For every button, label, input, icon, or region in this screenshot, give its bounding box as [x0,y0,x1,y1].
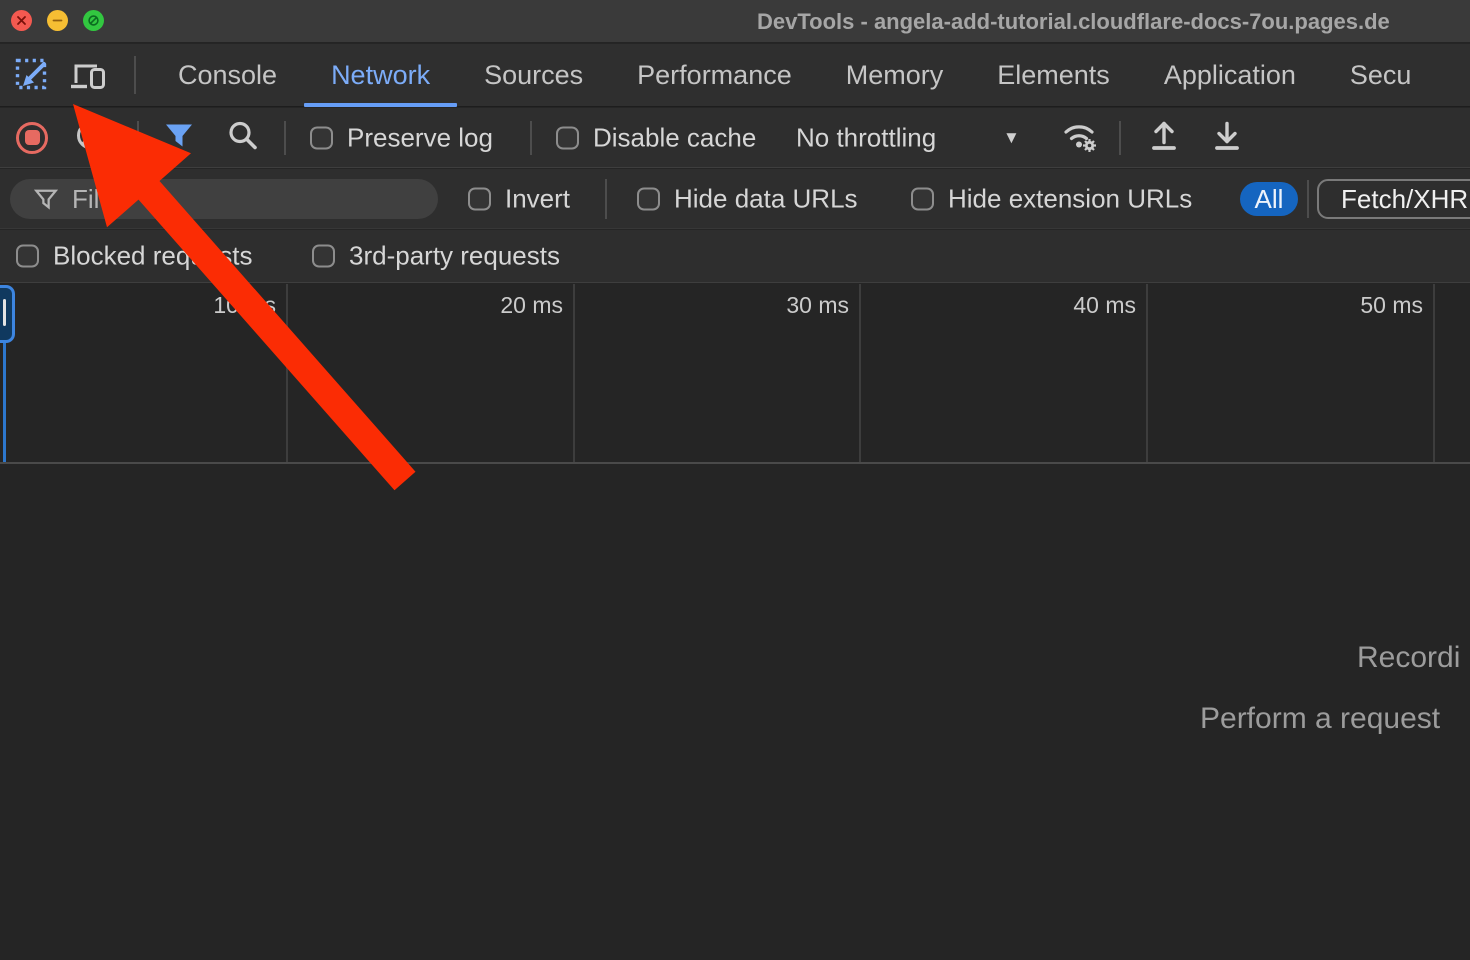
devtools-tabbar: Console Network Sources Performance Memo… [0,44,1470,107]
throttling-select[interactable]: No throttling [796,122,936,153]
device-toolbar-icon [69,59,107,91]
tab-security[interactable]: Secu [1323,44,1439,107]
search-button[interactable] [226,118,260,157]
hide-extension-urls-label: Hide extension URLs [948,183,1192,214]
zoom-slash-icon [87,14,100,27]
invert-checkbox[interactable] [468,187,491,210]
network-overview-timeline[interactable]: 10 ms 20 ms 30 ms 40 ms 50 ms [0,284,1470,464]
titlebar: DevTools - angela-add-tutorial.cloudflar… [0,0,1470,43]
filter-funnel-small-icon [34,187,58,211]
separator [134,56,136,94]
network-toolbar: Preserve log Disable cache No throttling… [0,108,1470,168]
timeline-gridline [286,284,288,462]
tab-elements[interactable]: Elements [970,44,1137,107]
network-conditions-button[interactable] [1060,117,1098,158]
timeline-gridline [859,284,861,462]
separator [284,121,286,155]
minimize-button[interactable] [47,10,68,31]
hide-data-urls-label: Hide data URLs [674,183,858,214]
tab-sources[interactable]: Sources [457,44,610,107]
hide-data-urls-checkbox-group[interactable]: Hide data URLs [637,183,858,214]
disable-cache-checkbox-group[interactable]: Disable cache [556,122,756,153]
disable-cache-checkbox[interactable] [556,126,579,149]
close-button[interactable] [11,10,32,31]
request-type-fetch-xhr-button[interactable]: Fetch/XHR [1317,179,1470,219]
timeline-gridline [1433,284,1435,462]
export-har-button[interactable] [1209,118,1245,157]
inspect-cursor-icon [15,58,49,92]
inspect-element-button[interactable] [10,52,54,98]
timeline-tick-label: 30 ms [786,292,849,319]
import-har-button[interactable] [1146,118,1182,157]
filter-funnel-icon [163,120,195,150]
hide-extension-urls-checkbox-group[interactable]: Hide extension URLs [911,183,1192,214]
invert-checkbox-group[interactable]: Invert [468,183,570,214]
search-icon [226,118,260,152]
close-icon [16,15,27,26]
handle-grip-icon [3,299,6,326]
network-conditions-wifi-gear-icon [1060,117,1098,153]
separator [1119,121,1121,155]
download-icon [1209,118,1245,152]
preserve-log-checkbox-group[interactable]: Preserve log [310,122,493,153]
separator [137,121,139,155]
timeline-tick-label: 40 ms [1073,292,1136,319]
minimize-icon [52,15,63,26]
timeline-gridline [1146,284,1148,462]
record-network-log-button[interactable] [16,122,48,154]
disable-cache-label: Disable cache [593,122,756,153]
chevron-down-icon: ▼ [1003,128,1020,148]
empty-state-hint-text: Perform a request [1200,702,1440,736]
record-stop-icon [25,130,40,145]
filter-input-container[interactable] [10,179,438,219]
request-type-all-button[interactable]: All [1240,182,1298,216]
clear-network-log-button[interactable] [74,118,108,157]
filter-bar: Invert Hide data URLs Hide extension URL… [0,169,1470,229]
tab-console[interactable]: Console [151,44,304,107]
hide-extension-urls-checkbox[interactable] [911,187,934,210]
invert-label: Invert [505,183,570,214]
separator [605,179,607,219]
hide-data-urls-checkbox[interactable] [637,187,660,210]
separator [530,121,532,155]
zoom-button[interactable] [83,10,104,31]
blocked-requests-checkbox[interactable] [16,245,39,268]
toggle-device-toolbar-button[interactable] [66,52,110,98]
window-title: DevTools - angela-add-tutorial.cloudflar… [757,0,1390,43]
timeline-tick-label: 50 ms [1360,292,1423,319]
active-tab-underline [304,103,457,107]
show-filter-button[interactable] [163,120,195,155]
preserve-log-checkbox[interactable] [310,126,333,149]
empty-state-recording-text: Recordi [1357,641,1460,675]
timeline-tick-label: 20 ms [500,292,563,319]
tab-application[interactable]: Application [1137,44,1323,107]
gear-icon [1083,139,1096,152]
filter-bar-row2: Blocked requests 3rd-party requests [0,230,1470,283]
devtools-window: DevTools - angela-add-tutorial.cloudflar… [0,0,1470,960]
tab-network[interactable]: Network [304,44,457,107]
upload-icon [1146,118,1182,152]
third-party-requests-checkbox[interactable] [312,245,335,268]
overview-selection-edge [3,343,6,462]
preserve-log-label: Preserve log [347,122,493,153]
timeline-tick-label: 10 ms [213,292,276,319]
clear-icon [74,118,108,152]
third-party-requests-checkbox-group[interactable]: 3rd-party requests [312,241,560,272]
timeline-gridline [573,284,575,462]
tab-memory[interactable]: Memory [819,44,971,107]
filter-input[interactable] [72,181,422,217]
third-party-requests-label: 3rd-party requests [349,241,560,272]
overview-selection-handle[interactable] [0,285,15,343]
blocked-requests-label: Blocked requests [53,241,252,272]
tab-performance[interactable]: Performance [610,44,819,107]
separator [1307,180,1309,218]
blocked-requests-checkbox-group[interactable]: Blocked requests [16,241,252,272]
